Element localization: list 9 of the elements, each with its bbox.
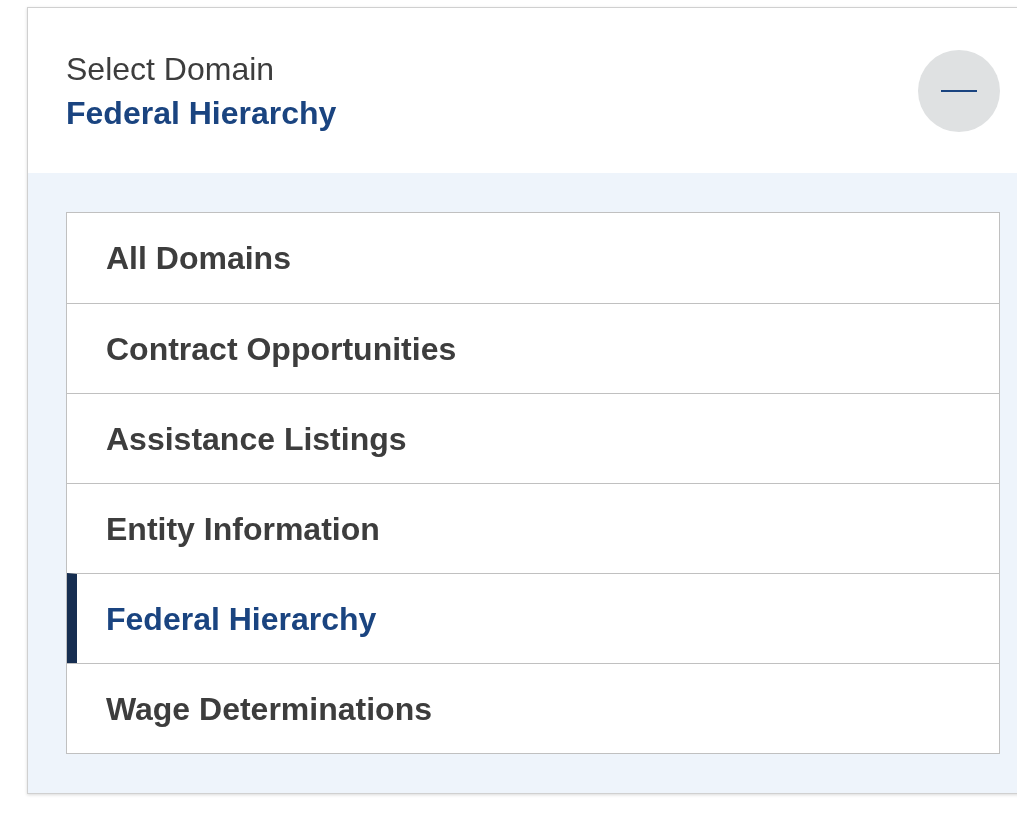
- selected-domain: Federal Hierarchy: [66, 93, 337, 133]
- header-label: Select Domain: [66, 49, 276, 89]
- minus-icon: [941, 89, 977, 92]
- domain-item[interactable]: Assistance Listings: [67, 393, 999, 483]
- domain-item[interactable]: Wage Determinations: [67, 663, 999, 753]
- domain-item[interactable]: Entity Information: [67, 483, 999, 573]
- domain-item[interactable]: All Domains: [67, 213, 999, 303]
- domain-item[interactable]: Federal Hierarchy: [67, 573, 999, 663]
- domain-item[interactable]: Contract Opportunities: [67, 303, 999, 393]
